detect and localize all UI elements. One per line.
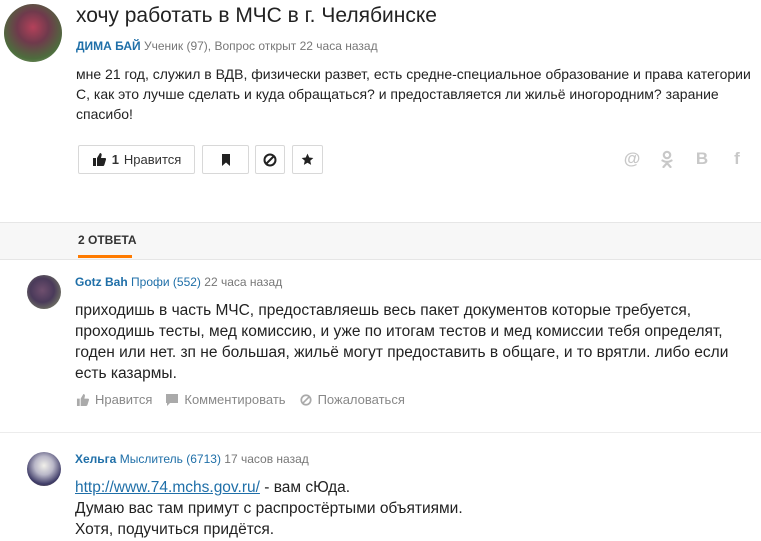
answer-report-label: Пожаловаться xyxy=(317,392,405,407)
answer-text: приходишь в часть МЧС, предоставляешь ве… xyxy=(75,302,729,382)
answer-like-button[interactable]: Нравится xyxy=(76,392,152,407)
tab-answers[interactable]: 2 ОТВЕТА xyxy=(78,233,137,247)
answer-meta: Gotz Bah Профи (552) 22 часа назад xyxy=(75,275,282,289)
thumbs-up-icon xyxy=(76,393,89,406)
answer-author-avatar[interactable] xyxy=(27,275,61,309)
like-count: 1 xyxy=(111,152,119,167)
answer-author-avatar[interactable] xyxy=(27,452,61,486)
question-title: хочу работать в МЧС в г. Челябинске xyxy=(76,4,437,27)
odnoklassniki-share-icon[interactable] xyxy=(658,150,676,168)
like-label: Нравится xyxy=(123,152,182,167)
bookmark-icon xyxy=(221,153,230,166)
tab-active-indicator xyxy=(78,255,132,258)
block-button[interactable] xyxy=(255,145,285,174)
answer-time: 22 часа назад xyxy=(204,275,283,289)
question-status: Вопрос открыт 22 часа назад xyxy=(214,39,378,53)
answer-meta: Хельга Мыслитель (6713) 17 часов назад xyxy=(75,452,309,466)
answer-line: http://www.74.mchs.gov.ru/ - вам сЮда. xyxy=(75,477,743,498)
answer-line: Хотя, подучиться придётся. xyxy=(75,521,275,538)
answer-comment-button[interactable]: Комментировать xyxy=(166,392,286,407)
question-author-avatar[interactable] xyxy=(4,4,62,62)
answer-link-suffix: - вам сЮда. xyxy=(259,479,351,496)
question-meta: ДИМА БАЙ Ученик (97), Вопрос открыт 22 ч… xyxy=(76,39,378,53)
answer-author-rank: Профи (552) xyxy=(131,275,201,289)
question-text: мне 21 год, служил в ВДВ, физически разв… xyxy=(76,66,751,122)
bookmark-button[interactable] xyxy=(202,145,249,174)
answer-text: http://www.74.mchs.gov.ru/ - вам сЮда. Д… xyxy=(75,477,743,540)
answer-like-label: Нравится xyxy=(95,392,153,407)
comment-icon xyxy=(166,393,179,406)
answer-divider xyxy=(0,432,761,433)
question-author-link[interactable]: ДИМА БАЙ xyxy=(76,39,141,53)
answer-line: Думаю вас там примут с распростёртыми об… xyxy=(75,500,463,517)
favorite-button[interactable] xyxy=(292,145,323,174)
answer-time: 17 часов назад xyxy=(224,452,309,466)
thumbs-up-icon xyxy=(92,153,106,166)
block-icon xyxy=(300,393,312,406)
like-button[interactable]: 1 Нравится xyxy=(78,145,195,174)
mail-share-icon[interactable]: @ xyxy=(623,149,641,168)
star-icon xyxy=(301,153,314,165)
answer-actions: Нравится Комментировать Пожаловаться xyxy=(76,392,419,407)
answer-comment-label: Комментировать xyxy=(184,392,286,407)
answer-author-link[interactable]: Хельга xyxy=(75,452,116,466)
question-author-rank: Ученик (97), xyxy=(143,39,212,53)
answer-author-link[interactable]: Gotz Bah xyxy=(75,275,128,289)
block-icon xyxy=(263,153,277,166)
answer-report-button[interactable]: Пожаловаться xyxy=(300,392,405,407)
answer-link[interactable]: http://www.74.mchs.gov.ru/ xyxy=(75,479,260,496)
answer-author-rank: Мыслитель (6713) xyxy=(119,452,221,466)
vk-share-icon[interactable]: В xyxy=(693,149,711,168)
facebook-share-icon[interactable]: f xyxy=(728,149,746,168)
